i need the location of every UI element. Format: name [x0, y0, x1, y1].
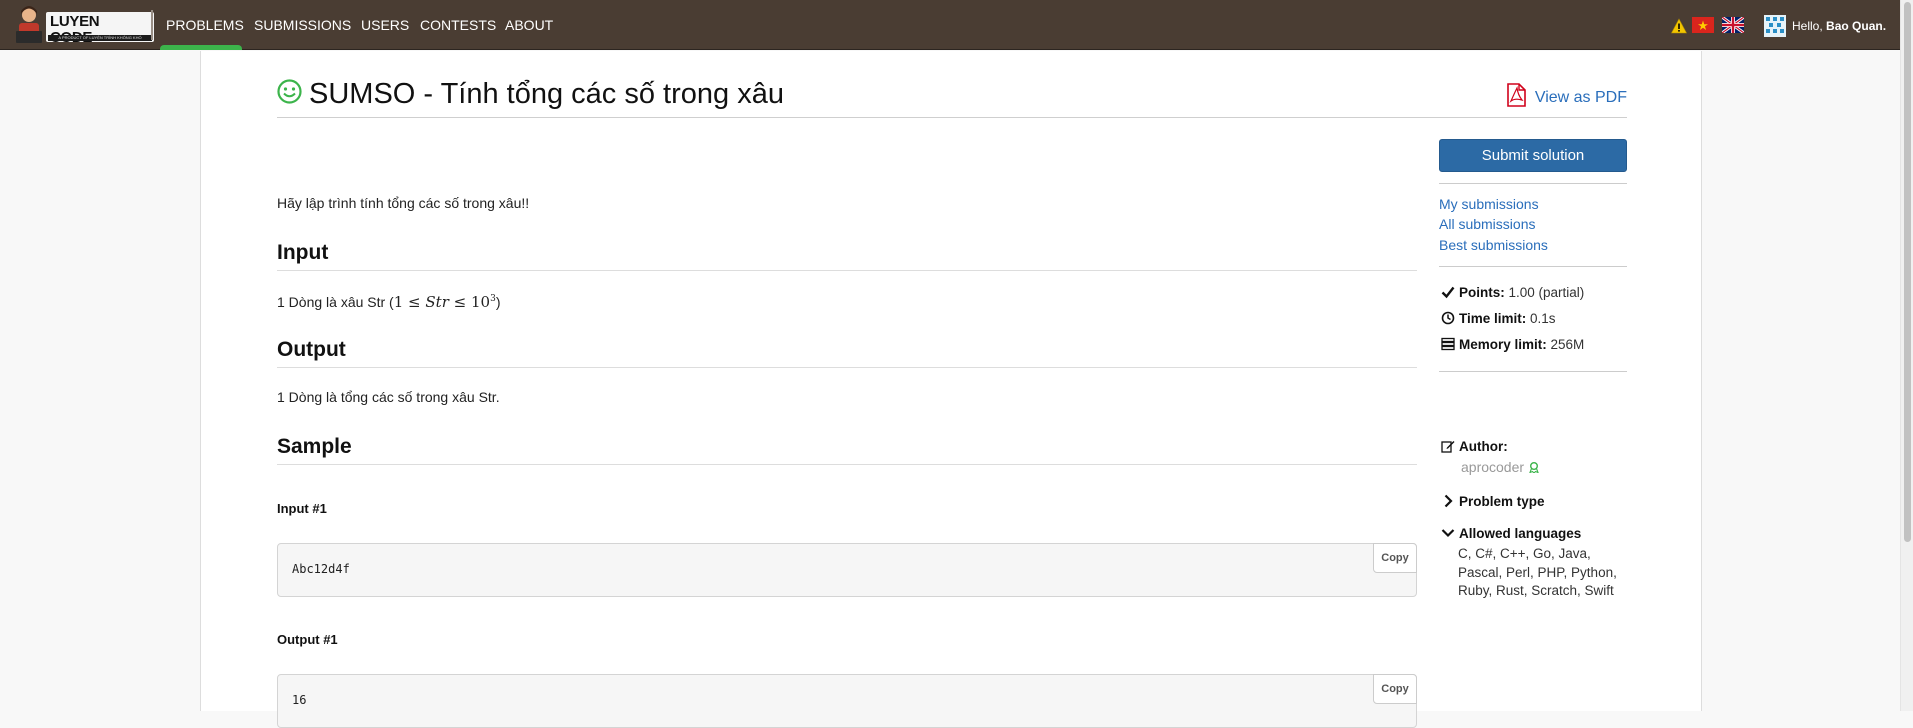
scrollbar-thumb[interactable]	[1904, 2, 1911, 542]
sample-input-content: Abc12d4f	[292, 562, 350, 576]
sample-output-content: 16	[292, 693, 307, 707]
sample-output-label: Output #1	[277, 632, 338, 647]
edit-icon	[1441, 441, 1455, 453]
time-limit-info: Time limit: 0.1s	[1441, 311, 1556, 326]
chevron-right-icon	[1444, 494, 1453, 508]
all-submissions-link[interactable]: All submissions	[1439, 216, 1535, 232]
site-logo[interactable]: LUYEN CODE A PRODUCT OF LUYỆN TRÌNH KHÔN…	[12, 5, 154, 46]
points-info: Points: 1.00 (partial)	[1441, 285, 1584, 300]
my-submissions-link[interactable]: My submissions	[1439, 196, 1539, 212]
warning-icon[interactable]	[1671, 18, 1687, 34]
view-pdf-label: View as PDF	[1534, 89, 1627, 106]
output-heading: Output	[277, 338, 346, 361]
nav-submissions[interactable]: SUBMISSIONS	[254, 16, 351, 34]
problem-title: SUMSO - Tính tổng các số trong xâu	[309, 78, 784, 110]
sample-heading-divider	[277, 464, 1417, 465]
chevron-down-icon	[1441, 529, 1455, 538]
author-badge-icon	[1528, 462, 1539, 474]
statement-text: Hãy lập trình tính tổng các số trong xâu…	[277, 195, 530, 211]
user-greeting[interactable]: Hello, Bao Quan.	[1792, 19, 1886, 33]
page-scrollbar[interactable]	[1900, 0, 1913, 711]
page-container: SUMSO - Tính tổng các số trong xâu View …	[200, 51, 1702, 728]
clock-icon	[1441, 311, 1455, 325]
problem-header: SUMSO - Tính tổng các số trong xâu View …	[277, 75, 1627, 118]
coder-mascot-icon	[16, 6, 42, 43]
view-pdf-link[interactable]: View as PDF	[1503, 83, 1627, 107]
nav-contests[interactable]: CONTESTS	[420, 16, 496, 34]
server-icon	[1441, 337, 1455, 351]
input-heading-divider	[277, 270, 1417, 271]
pdf-icon	[1507, 83, 1526, 107]
sample-heading: Sample	[277, 435, 352, 458]
copy-output-button[interactable]: Copy	[1373, 674, 1417, 704]
logo-text: LUYEN CODE	[50, 13, 100, 46]
output-heading-divider	[277, 367, 1417, 368]
input-constraint-math: 1 ≤ Str ≤ 103	[393, 293, 496, 311]
username: Bao Quan.	[1826, 19, 1887, 33]
solved-smile-icon	[277, 79, 302, 104]
submit-solution-button[interactable]: Submit solution	[1439, 139, 1627, 172]
check-icon	[1441, 286, 1455, 299]
sample-output-box[interactable]: 16 Copy	[277, 674, 1417, 728]
problem-type-toggle[interactable]: Problem type	[1441, 494, 1545, 509]
nav-users[interactable]: USERS	[361, 16, 409, 34]
nav-divider	[151, 10, 153, 40]
allowed-languages-list: C, C#, C++, Go, Java, Pascal, Perl, PHP,…	[1458, 546, 1617, 598]
user-avatar[interactable]	[1764, 15, 1786, 37]
sample-input-box[interactable]: Abc12d4f Copy	[277, 543, 1417, 597]
vietnam-flag-icon[interactable]	[1692, 17, 1714, 33]
nav-problems[interactable]: PROBLEMS	[166, 16, 244, 34]
author-label: Author:	[1441, 439, 1508, 454]
nav-active-indicator	[160, 45, 242, 50]
input-description: 1 Dòng là xâu Str (1 ≤ Str ≤ 103)	[277, 293, 501, 311]
copy-input-button[interactable]: Copy	[1373, 543, 1417, 573]
author-link[interactable]: aprocoder	[1461, 459, 1540, 475]
logo-tagline: A PRODUCT OF LUYỆN TRÌNH KHÔNG KHÓ	[48, 35, 152, 41]
sample-input-label: Input #1	[277, 501, 327, 516]
best-submissions-link[interactable]: Best submissions	[1439, 237, 1548, 253]
top-navbar: LUYEN CODE A PRODUCT OF LUYỆN TRÌNH KHÔN…	[0, 0, 1900, 50]
nav-about[interactable]: ABOUT	[505, 16, 553, 34]
input-heading: Input	[277, 241, 329, 264]
allowed-languages-toggle[interactable]: Allowed languages	[1441, 526, 1581, 541]
memory-limit-info: Memory limit: 256M	[1441, 337, 1584, 352]
uk-flag-icon[interactable]	[1722, 17, 1744, 33]
output-description: 1 Dòng là tổng các số trong xâu Str.	[277, 389, 500, 405]
